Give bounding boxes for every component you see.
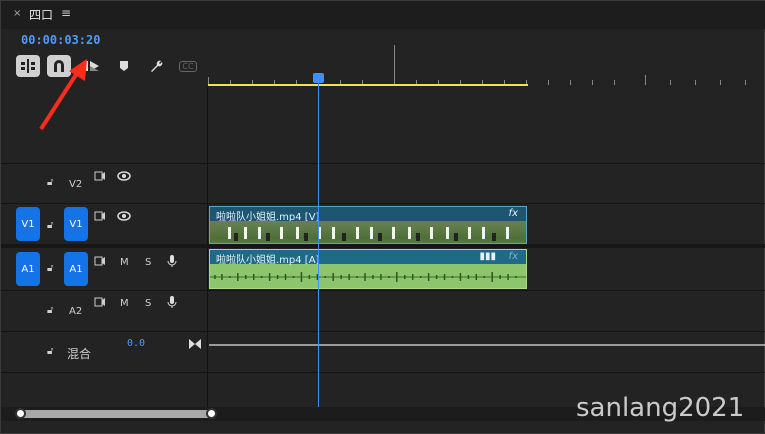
audio-waveform bbox=[210, 272, 526, 282]
cc-icon: CC bbox=[179, 60, 197, 72]
source-patch-v1[interactable]: V1 bbox=[16, 207, 40, 241]
timeline-settings-button[interactable] bbox=[144, 55, 168, 77]
panel-menu-icon[interactable]: ≡ bbox=[61, 6, 71, 20]
mute-button[interactable]: M bbox=[120, 257, 129, 268]
sync-lock-icon[interactable] bbox=[94, 171, 106, 181]
time-ruler[interactable] bbox=[208, 41, 765, 87]
track-name-a2: A2 bbox=[69, 306, 83, 317]
watermark-text: sanlang2021 bbox=[576, 393, 745, 423]
waveform-icon[interactable]: ▮▮▮ bbox=[479, 251, 496, 262]
close-tab-icon[interactable]: × bbox=[13, 8, 21, 19]
playhead-handle[interactable] bbox=[313, 73, 324, 83]
eye-icon[interactable] bbox=[117, 211, 131, 221]
work-area-bar[interactable] bbox=[208, 84, 528, 86]
fx-badge[interactable]: fx bbox=[509, 251, 518, 262]
sync-lock-icon[interactable] bbox=[94, 211, 106, 221]
microphone-icon[interactable] bbox=[167, 254, 177, 268]
playhead-line[interactable] bbox=[318, 83, 319, 409]
eye-icon[interactable] bbox=[117, 171, 131, 181]
add-marker-button[interactable] bbox=[112, 55, 136, 77]
mix-level-line[interactable] bbox=[209, 344, 765, 346]
marker-icon bbox=[120, 61, 128, 71]
track-target-a1[interactable]: A1 bbox=[64, 252, 88, 286]
source-patch-a1[interactable]: A1 bbox=[16, 252, 40, 286]
track-name-v2: V2 bbox=[69, 179, 83, 190]
scrollbar-left-handle[interactable] bbox=[15, 408, 26, 419]
audio-clip[interactable]: 啦啦队小姐姐.mp4 [A] ▮▮▮ fx bbox=[209, 249, 527, 289]
annotation-arrow-icon bbox=[39, 59, 87, 131]
fx-badge[interactable]: fx bbox=[509, 208, 518, 219]
captions-button[interactable]: CC bbox=[176, 55, 200, 77]
lock-icon[interactable]: 🔓︎ bbox=[47, 220, 59, 232]
sync-lock-icon[interactable] bbox=[94, 256, 106, 266]
wrench-icon bbox=[151, 60, 163, 72]
sequence-tab-title[interactable]: 四口 bbox=[29, 6, 53, 23]
scrollbar-right-handle[interactable] bbox=[206, 408, 217, 419]
lock-icon[interactable]: 🔓︎ bbox=[47, 346, 59, 358]
mix-volume-value[interactable]: 0.0 bbox=[127, 338, 145, 349]
video-clip[interactable]: 啦啦队小姐姐.mp4 [V] fx bbox=[209, 206, 527, 244]
sync-lock-icon[interactable] bbox=[94, 297, 106, 307]
lock-icon[interactable]: 🔓︎ bbox=[47, 263, 59, 275]
microphone-icon[interactable] bbox=[167, 295, 177, 309]
solo-button[interactable]: S bbox=[145, 257, 151, 268]
lock-icon[interactable]: 🔓︎ bbox=[47, 305, 59, 317]
track-target-v1[interactable]: V1 bbox=[64, 207, 88, 241]
playhead-timecode[interactable]: 00:00:03:20 bbox=[21, 33, 100, 47]
solo-button[interactable]: S bbox=[145, 298, 151, 309]
mute-button[interactable]: M bbox=[120, 298, 129, 309]
timeline-panel: × 四口 ≡ 00:00:03:20 CC 🔓︎ V2 V1 🔓︎ V1 A1 … bbox=[0, 0, 765, 434]
go-to-edit-icon[interactable] bbox=[189, 339, 201, 349]
tab-bar: × 四口 ≡ bbox=[1, 1, 765, 29]
snap-icon bbox=[21, 59, 35, 73]
lock-icon[interactable]: 🔓︎ bbox=[47, 177, 59, 189]
track-name-mix: 混合 bbox=[67, 347, 92, 361]
scrollbar-thumb[interactable] bbox=[20, 410, 213, 418]
